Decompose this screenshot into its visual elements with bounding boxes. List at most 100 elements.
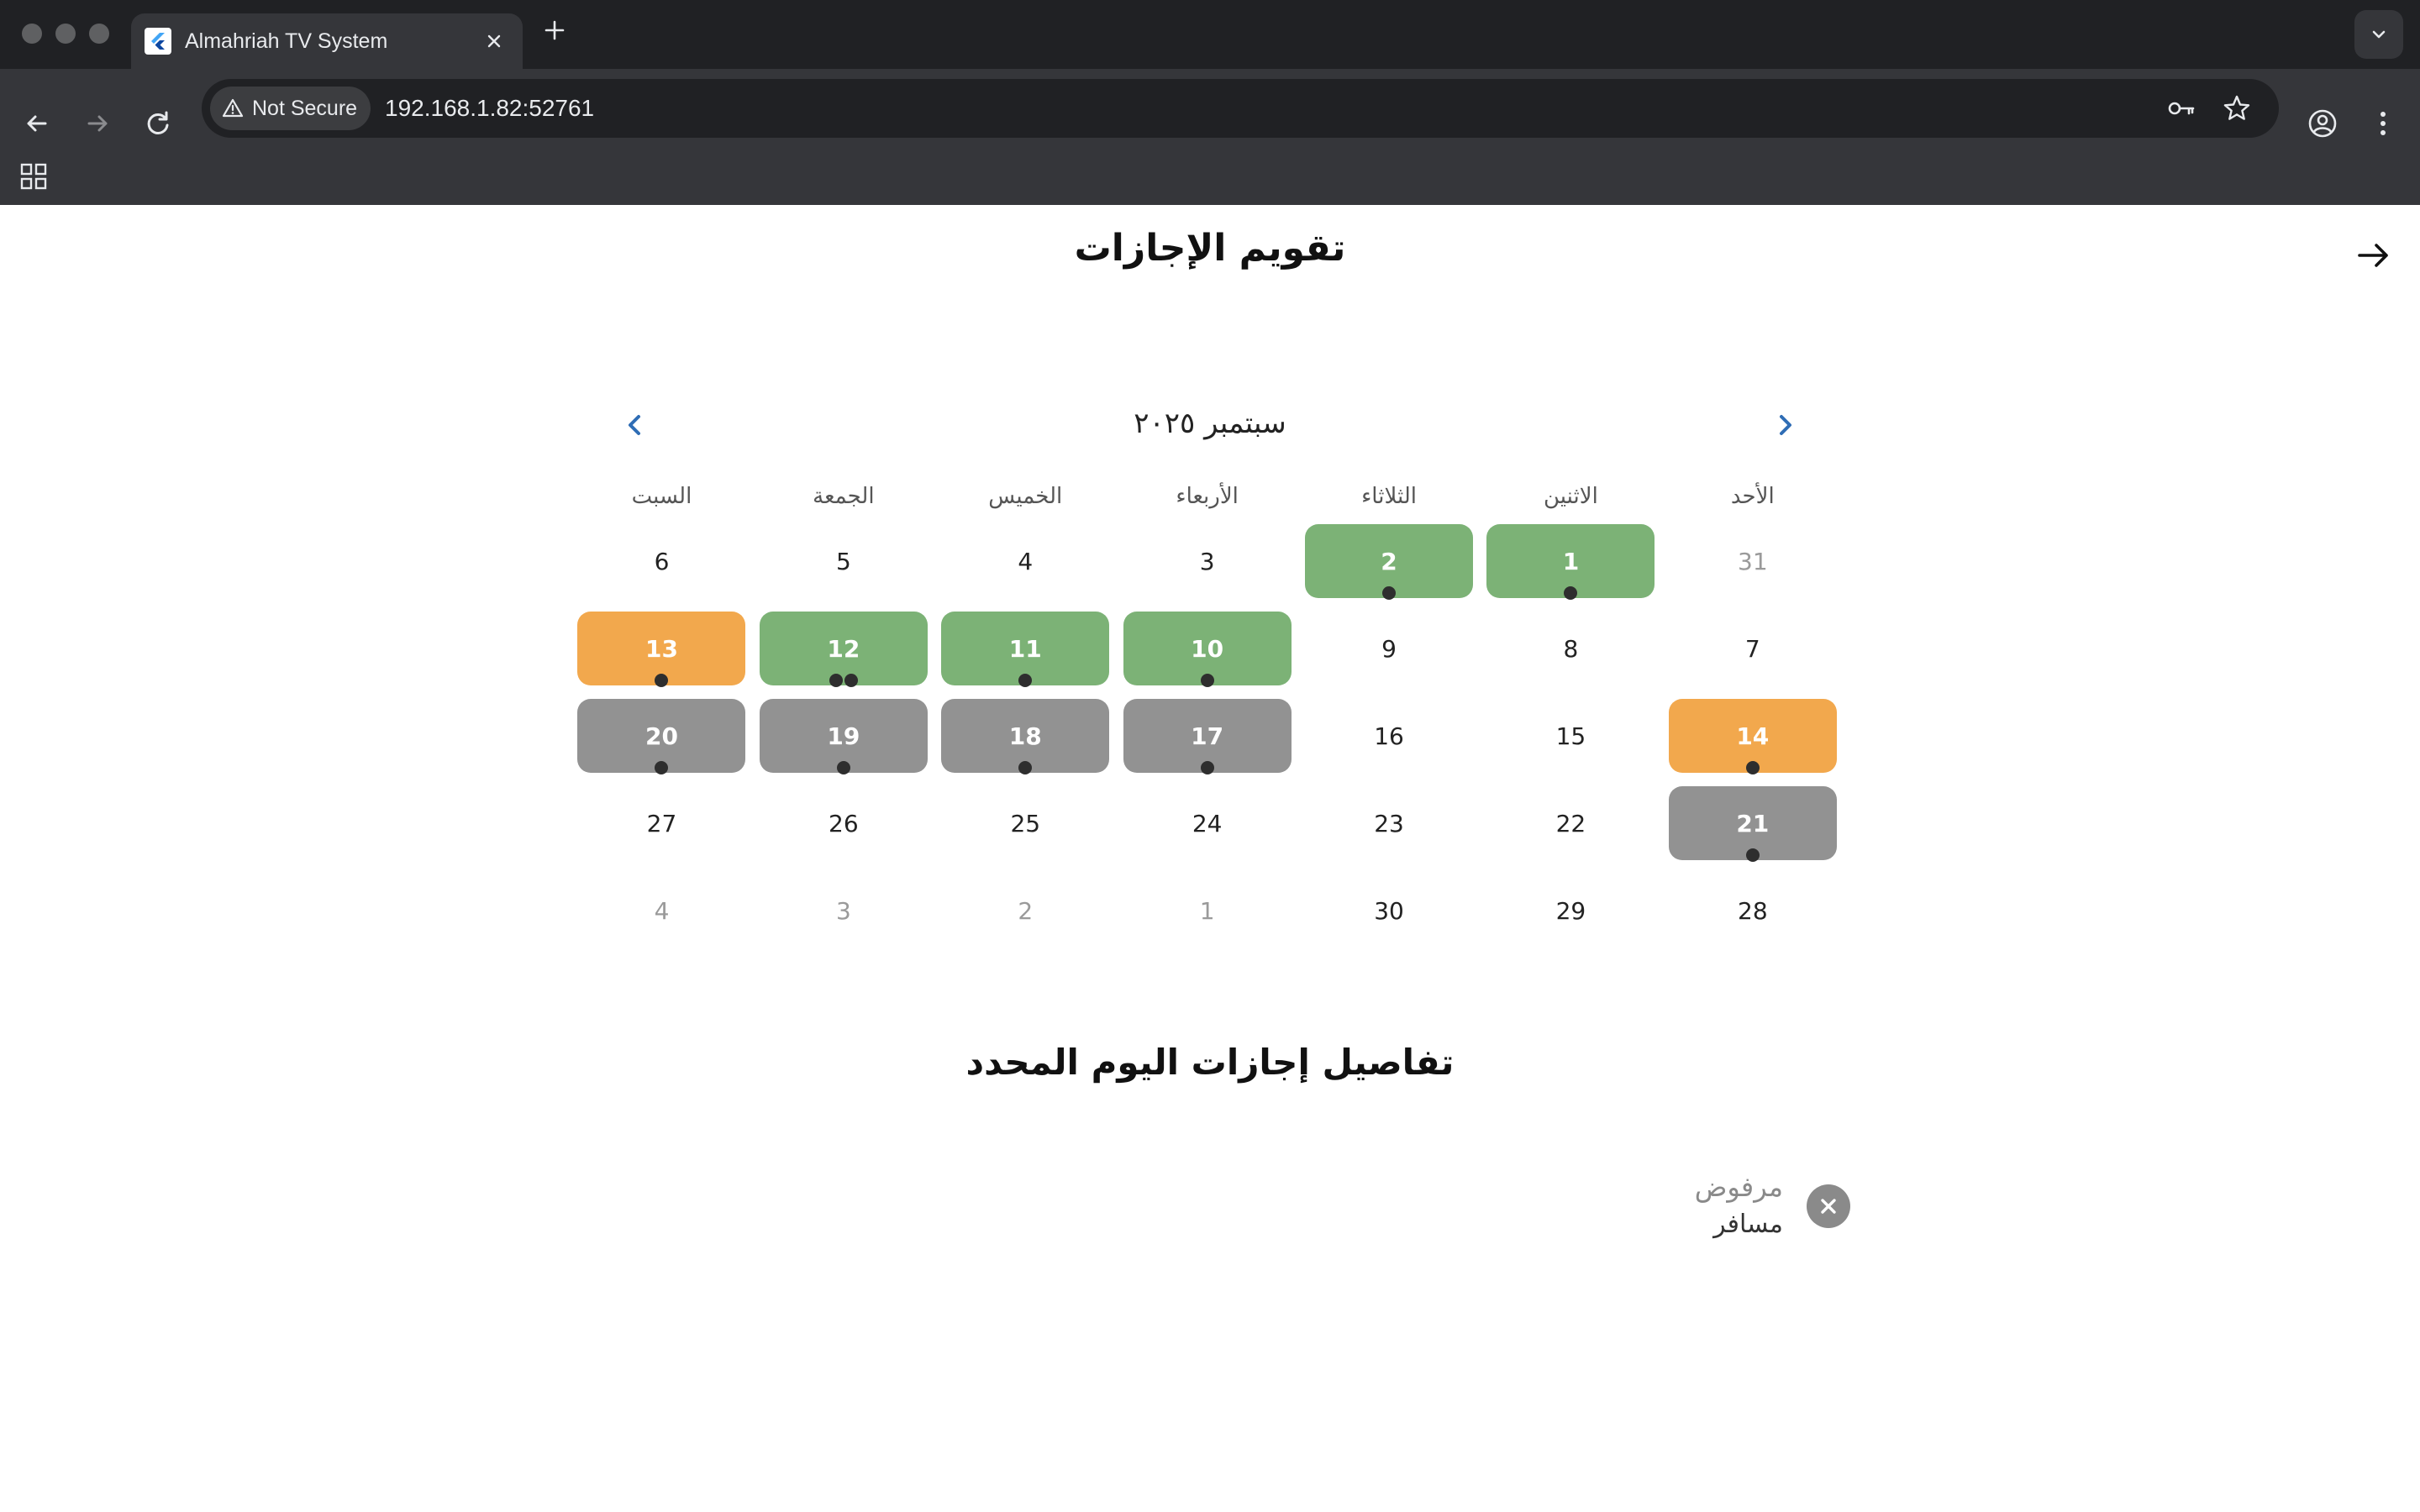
leave-marker-dots (760, 674, 928, 687)
leave-marker-dot (1382, 586, 1397, 600)
calendar-day[interactable]: 10 (1123, 612, 1292, 687)
day-number: 13 (644, 634, 678, 663)
calendar-day[interactable]: 31 (1669, 524, 1837, 598)
leave-marker-dot (1018, 761, 1033, 774)
calendar-day[interactable]: 22 (1486, 786, 1655, 860)
calendar-day[interactable]: 5 (760, 524, 928, 598)
security-chip[interactable]: Not Secure (210, 87, 371, 130)
day-number: 28 (1738, 896, 1768, 925)
leave-status: مرفوض (1694, 1171, 1783, 1203)
leave-marker-dot (655, 674, 669, 687)
back-arrow-icon[interactable] (20, 107, 54, 140)
day-number: 10 (1191, 634, 1224, 663)
calendar-day[interactable]: 18 (941, 699, 1110, 774)
profile-avatar-icon[interactable] (2306, 107, 2339, 140)
calendar-day[interactable]: 20 (577, 699, 746, 774)
calendar-day[interactable]: 30 (1305, 874, 1473, 948)
day-number: 5 (835, 547, 851, 575)
day-number: 9 (1381, 634, 1397, 663)
calendar-day[interactable]: 1 (1486, 524, 1655, 600)
calendar-day[interactable]: 8 (1486, 612, 1655, 685)
day-number: 6 (654, 547, 670, 575)
leave-marker-dots (1669, 761, 1837, 774)
calendar-day[interactable]: 2 (941, 874, 1109, 948)
leave-marker-dots (1305, 586, 1473, 600)
calendar-cell: 27 (571, 780, 752, 867)
calendar-day[interactable]: 24 (1123, 786, 1292, 860)
calendar-cell: 30 (1298, 867, 1480, 954)
calendar-cell: 9 (1298, 605, 1480, 692)
calendar-cell: 1 (1116, 867, 1297, 954)
calendar-day[interactable]: 25 (941, 786, 1109, 860)
url-text[interactable]: 192.168.1.82:52761 (385, 79, 594, 138)
tab-search-chevron-icon[interactable] (2354, 10, 2403, 59)
apps-grid-icon[interactable] (18, 161, 49, 192)
calendar-day[interactable]: 16 (1305, 699, 1473, 773)
calendar-day[interactable]: 12 (759, 612, 928, 687)
close-circle-icon (1807, 1184, 1850, 1228)
leave-marker-dot (1200, 761, 1214, 774)
day-number: 29 (1555, 896, 1586, 925)
window-close-control[interactable] (22, 24, 42, 44)
calendar-day[interactable]: 27 (577, 786, 745, 860)
leave-marker-dots (577, 761, 745, 774)
day-number: 3 (835, 896, 851, 925)
calendar-day[interactable]: 26 (760, 786, 928, 860)
calendar-day[interactable]: 9 (1305, 612, 1473, 685)
calendar-day[interactable]: 11 (941, 612, 1110, 687)
day-number: 14 (1736, 722, 1770, 750)
password-key-icon[interactable] (2166, 93, 2196, 123)
day-number: 7 (1744, 634, 1760, 663)
day-number: 31 (1738, 547, 1768, 575)
calendar-day[interactable]: 14 (1668, 699, 1837, 774)
calendar-day[interactable]: 4 (941, 524, 1109, 598)
calendar-day[interactable]: 3 (1123, 524, 1292, 598)
calendar-day[interactable]: 23 (1305, 786, 1473, 860)
browser-menu-icon[interactable] (2366, 107, 2400, 140)
calendar-cell: 3 (1116, 517, 1297, 605)
day-number: 21 (1736, 809, 1770, 837)
browser-tab[interactable]: Almahriah TV System (131, 13, 523, 69)
window-zoom-control[interactable] (89, 24, 109, 44)
tab-title: Almahriah TV System (185, 29, 388, 53)
leave-marker-dot (1200, 674, 1214, 687)
calendar-day[interactable]: 19 (759, 699, 928, 774)
leave-detail-item[interactable]: مرفوض مسافر (1630, 1171, 1850, 1255)
leave-marker-dots (1669, 848, 1837, 862)
leave-marker-dot (1745, 761, 1760, 774)
calendar-day[interactable]: 29 (1486, 874, 1655, 948)
bookmark-star-icon[interactable] (2222, 93, 2252, 123)
forward-arrow-icon[interactable] (81, 107, 114, 140)
security-label: Not Secure (252, 97, 358, 120)
calendar-cell: 22 (1480, 780, 1661, 867)
next-month-chevron-icon[interactable] (618, 408, 652, 442)
leave-marker-dot (844, 674, 858, 687)
calendar-day[interactable]: 17 (1123, 699, 1292, 774)
calendar-cell: 5 (753, 517, 934, 605)
reload-icon[interactable] (141, 107, 175, 140)
calendar-day[interactable]: 2 (1305, 524, 1474, 600)
calendar-day[interactable]: 6 (577, 524, 745, 598)
calendar-cell: 4 (934, 517, 1116, 605)
new-tab-plus-icon[interactable] (543, 18, 566, 42)
page-title: تقويم الإجازات (1074, 227, 1346, 270)
tab-close-icon[interactable] (484, 31, 504, 51)
calendar-day[interactable]: 28 (1669, 874, 1837, 948)
calendar-day[interactable]: 1 (1123, 874, 1292, 948)
calendar-cell: 3 (753, 867, 934, 954)
weekday-label: الأحد (1730, 484, 1775, 509)
calendar-cell: 8 (1480, 605, 1661, 692)
calendar-day[interactable]: 4 (577, 874, 745, 948)
leave-marker-dots (941, 674, 1109, 687)
calendar-cell: 14 (1662, 692, 1844, 780)
day-number: 11 (1008, 634, 1042, 663)
calendar-day[interactable]: 3 (760, 874, 928, 948)
window-minimize-control[interactable] (55, 24, 76, 44)
address-bar[interactable]: Not Secure 192.168.1.82:52761 (202, 79, 2279, 138)
browser-tab-bar: Almahriah TV System (0, 0, 2420, 69)
calendar-day[interactable]: 13 (577, 612, 746, 687)
previous-month-chevron-icon[interactable] (1768, 408, 1802, 442)
calendar-day[interactable]: 15 (1486, 699, 1655, 773)
calendar-day[interactable]: 21 (1668, 786, 1837, 862)
calendar-day[interactable]: 7 (1669, 612, 1837, 685)
